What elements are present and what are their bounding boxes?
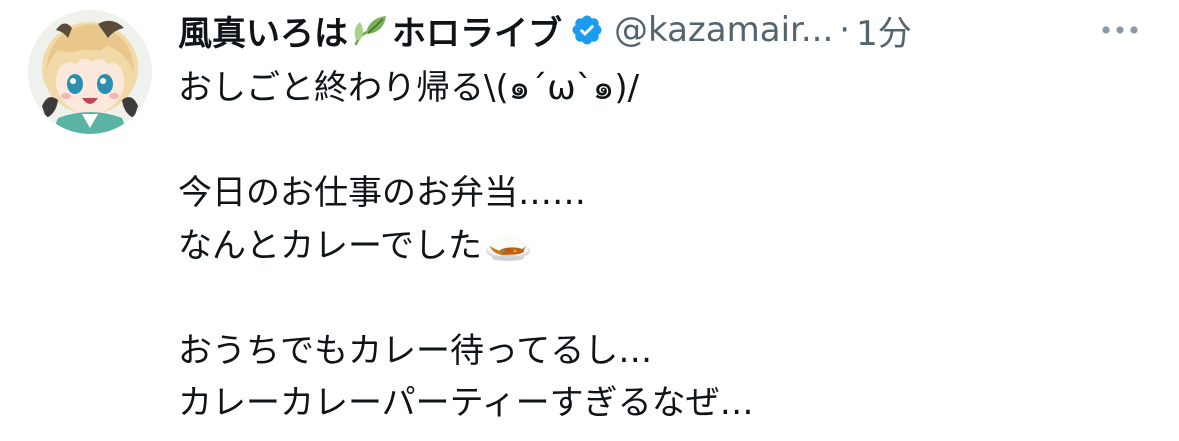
separator-dot: · — [839, 10, 851, 50]
curry-rice-icon — [484, 226, 532, 264]
tweet-line: 今日のお仕事のお弁当…… — [178, 173, 586, 213]
tweet[interactable]: 風真いろは ホロライブ @kazamair... · 1分 おしごと終わり帰る\ — [0, 0, 1179, 441]
display-name-part2: ホロライブ — [392, 13, 562, 54]
tweet-line-with-emoji: なんとカレーでした — [178, 220, 1158, 273]
more-options-icon[interactable] — [1096, 14, 1144, 46]
user-handle[interactable]: @kazamair... — [614, 10, 833, 50]
tweet-line: おうちでもカレー待ってるし… — [178, 330, 653, 371]
tweet-line: おしごと終わり帰る\(๑´ω`๑)/ — [178, 68, 640, 108]
tweet-header: 風真いろは ホロライブ @kazamair... · 1分 — [178, 6, 912, 54]
avatar[interactable] — [28, 10, 152, 134]
tweet-line: なんとカレーでした — [178, 225, 482, 266]
tweet-text: おしごと終わり帰る\(๑´ω`๑)/ 今日のお仕事のお弁当…… なんとカレーでし… — [178, 62, 1158, 430]
verified-badge-icon[interactable] — [570, 13, 604, 47]
leaf-icon — [350, 10, 390, 50]
display-name[interactable]: 風真いろは ホロライブ — [178, 6, 562, 55]
timestamp[interactable]: 1分 — [856, 6, 912, 55]
display-name-part1: 風真いろは — [178, 13, 348, 54]
tweet-line: カレーカレーパーティーすぎるなぜ… — [178, 383, 754, 423]
avatar-image — [28, 10, 152, 134]
